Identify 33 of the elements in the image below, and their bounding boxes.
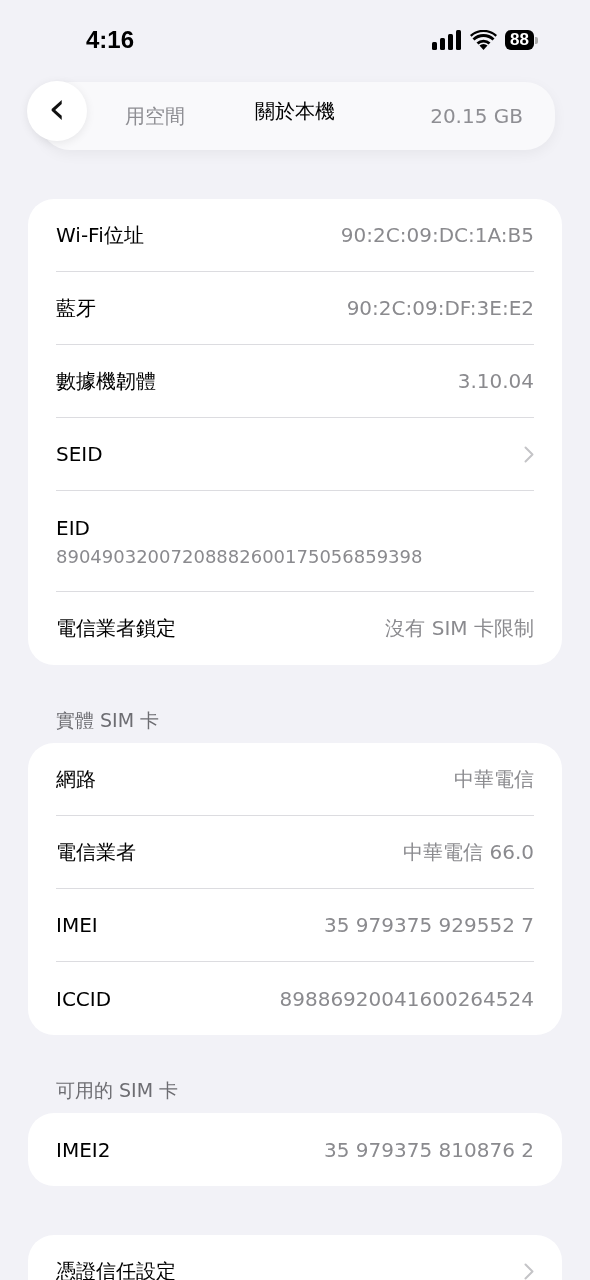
row-value: 沒有 SIM 卡限制 bbox=[385, 615, 534, 642]
row-label: 數據機韌體 bbox=[56, 367, 156, 395]
row-label: 網路 bbox=[56, 765, 96, 793]
chevron-icon bbox=[524, 1263, 534, 1280]
row-label[interactable]: 憑證信任設定 bbox=[56, 1258, 176, 1280]
signal-icon bbox=[432, 30, 463, 50]
status-time: 4:16 bbox=[86, 26, 135, 54]
page-title: 關於本機 bbox=[255, 97, 335, 125]
back-button[interactable]: ‹ bbox=[27, 81, 87, 141]
section-header: 可用的 SIM 卡 bbox=[56, 1078, 180, 1103]
row-value: 中華電信 bbox=[454, 765, 534, 793]
row-label: 電信業者鎖定 bbox=[56, 615, 176, 642]
row-value: 35 979375 929552 7 bbox=[324, 913, 534, 937]
row-label: EID bbox=[56, 515, 90, 540]
row-label: IMEI bbox=[56, 913, 98, 937]
row-label: 電信業者 bbox=[56, 838, 136, 866]
row-value: 89049032007208882600175056859398 bbox=[56, 545, 423, 567]
row-label: 用空間 bbox=[125, 102, 185, 130]
row-value: 89886920041600264524 bbox=[279, 986, 534, 1011]
row-value: 90:2C:09:DC:1A:B5 bbox=[340, 223, 534, 247]
row-value: 35 979375 810876 2 bbox=[324, 1137, 534, 1162]
row-label: ICCID bbox=[56, 986, 112, 1011]
row-value: 中華電信 66.0 bbox=[403, 838, 534, 866]
chevron-icon bbox=[524, 445, 534, 463]
wifi-icon bbox=[470, 30, 498, 50]
row-value: 90:2C:09:DF:3E:E2 bbox=[346, 296, 534, 320]
row-label[interactable]: SEID bbox=[56, 442, 103, 466]
row-value: 3.10.04 bbox=[457, 369, 534, 393]
row-label: 藍牙 bbox=[56, 294, 96, 322]
row-label: Wi-Fi位址 bbox=[56, 221, 144, 249]
row-value: 20.15 GB bbox=[430, 104, 523, 128]
row-label: IMEI2 bbox=[56, 1137, 111, 1162]
section-header: 實體 SIM 卡 bbox=[56, 708, 161, 733]
